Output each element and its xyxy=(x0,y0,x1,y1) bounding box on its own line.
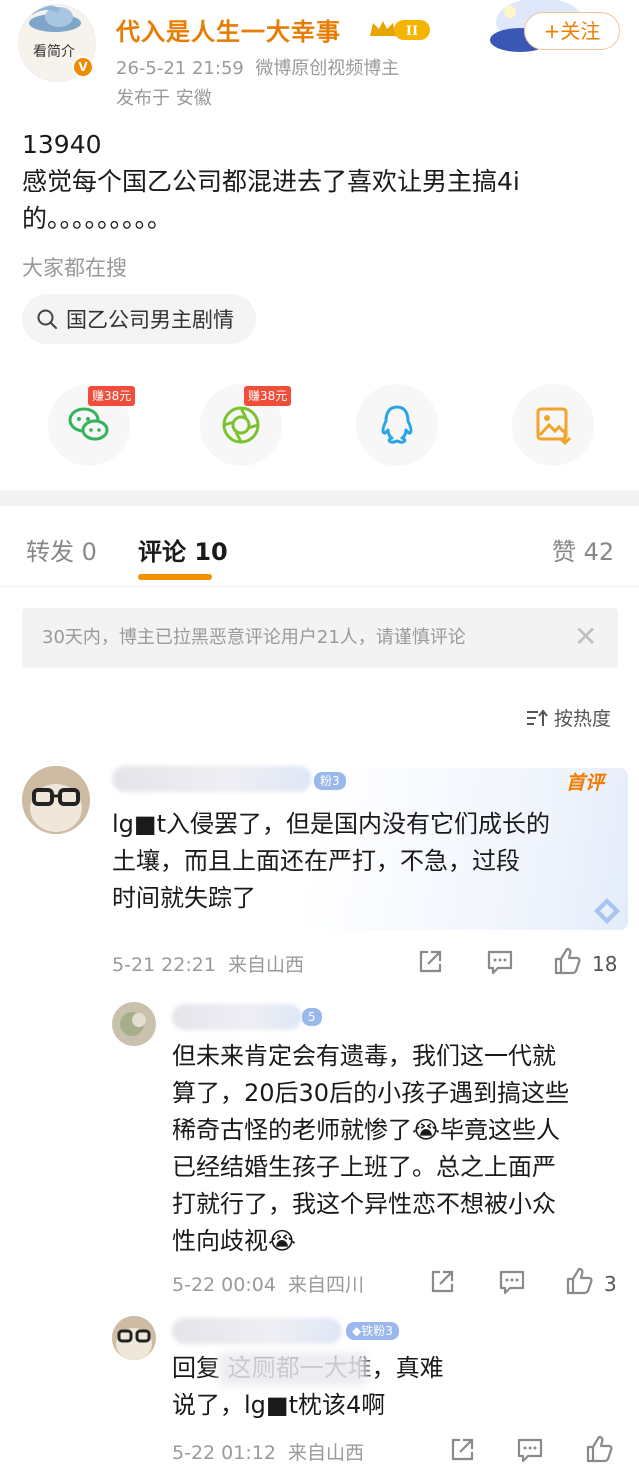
reply-avatar[interactable] xyxy=(112,1002,156,1046)
sort-button[interactable]: 按热度 xyxy=(526,704,611,731)
reply-line: 已经结婚生孩子上班了。总之上面严 xyxy=(172,1153,556,1181)
diamond-decoration-icon xyxy=(594,898,620,924)
like-count: 18 xyxy=(592,952,618,976)
fan-badge: 粉3 xyxy=(314,772,346,790)
tab-comments[interactable]: 评论 10 xyxy=(138,532,228,567)
reply-meta: 5-22 01:12 来自山西 xyxy=(172,1438,364,1465)
trending-search-label: 大家都在搜 xyxy=(22,256,127,280)
share-qq-button[interactable] xyxy=(356,384,438,466)
tabs-divider xyxy=(0,586,639,587)
commenter-avatar[interactable] xyxy=(22,766,90,834)
vip-level-text: II xyxy=(406,24,418,39)
moderation-notice: 30天内，博主已拉黑恶意评论用户21人，请谨慎评论 xyxy=(22,608,618,668)
trending-search-chip[interactable]: 国乙公司男主剧情 xyxy=(22,294,256,344)
verified-badge-icon: V xyxy=(72,56,94,78)
share-icon[interactable] xyxy=(428,1268,456,1296)
reply-avatar[interactable] xyxy=(112,1316,156,1360)
search-icon xyxy=(37,309,57,329)
glasses-avatar-illustration xyxy=(22,766,90,834)
reply-line: 算了，20后30后的小孩子遇到搞这些 xyxy=(172,1079,570,1107)
avatar-hat-illustration xyxy=(29,5,81,32)
vip-crown-badge: II xyxy=(370,20,430,40)
reply-line: 稀奇古怪的老师就惨了😭毕竟这些人 xyxy=(172,1116,561,1144)
reply-line: 但未来肯定会有遗毒，我们这一代就 xyxy=(172,1042,556,1070)
moments-icon xyxy=(222,406,260,444)
share-icon[interactable] xyxy=(416,948,444,976)
comment-meta: 5-21 22:21 来自山西 xyxy=(112,950,304,977)
wechat-icon xyxy=(68,407,109,441)
post-text-line: 的。。。。。。。。。 xyxy=(22,204,173,233)
comment-icon[interactable] xyxy=(516,1436,544,1464)
post-text-line: 13940 xyxy=(22,130,102,159)
post-time: 26-5-21 21:59 xyxy=(116,58,244,79)
reply-location: 来自四川 xyxy=(288,1274,365,1296)
follow-button[interactable]: +关注 xyxy=(524,12,620,50)
comment-line: 时间就失踪了 xyxy=(112,884,256,912)
redacted-mention xyxy=(218,1352,368,1386)
reply-line: 性向歧视😭 xyxy=(172,1227,297,1255)
iron-fan-badge: ◆铁粉3 xyxy=(346,1322,399,1340)
earn-badge: 赚38元 xyxy=(88,386,136,406)
author-role: 微博原创视频博主 xyxy=(255,58,400,79)
first-comment-badge: 首评 xyxy=(566,772,605,794)
comment-text: lg■t入侵罢了，但是国内没有它们成长的 土壤，而且上面还在严打，不急，过段 时… xyxy=(112,806,550,917)
tab-repost[interactable]: 转发 0 xyxy=(26,532,97,567)
earn-badge: 赚38元 xyxy=(244,386,292,406)
glasses-avatar-illustration xyxy=(112,1316,156,1360)
comment-icon[interactable] xyxy=(486,948,514,976)
comment-location: 来自山西 xyxy=(228,954,305,976)
reply-line: 打就行了，我这个异性恋不想被小众 xyxy=(172,1190,556,1218)
like-icon[interactable] xyxy=(552,946,582,976)
sort-label: 按热度 xyxy=(554,708,612,730)
close-icon[interactable]: ✕ xyxy=(574,620,597,653)
reply-time: 5-22 00:04 xyxy=(172,1274,276,1296)
comment-icon[interactable] xyxy=(498,1268,526,1296)
like-icon[interactable] xyxy=(564,1266,594,1296)
avatar-intro-label: 看简介 xyxy=(33,44,75,60)
comment-time: 5-21 22:21 xyxy=(112,954,216,976)
reply-line: 说了，lg■t枕该4啊 xyxy=(172,1391,386,1419)
comment-line: lg■t入侵罢了，但是国内没有它们成长的 xyxy=(112,810,550,838)
post-body: 13940 感觉每个国乙公司都混进去了喜欢让男主搞4i 的。。。。。。。。。 xyxy=(22,126,622,237)
qq-icon xyxy=(381,405,413,444)
like-count: 3 xyxy=(604,1272,617,1296)
reply-meta: 5-22 00:04 来自四川 xyxy=(172,1270,364,1297)
commenter-name-blurred[interactable] xyxy=(112,766,312,792)
tab-active-indicator xyxy=(138,574,212,580)
fan-badge: 5 xyxy=(302,1008,322,1026)
save-image-button[interactable] xyxy=(512,384,594,466)
reply-text: 但未来肯定会有遗毒，我们这一代就 算了，20后30后的小孩子遇到搞这些 稀奇古怪… xyxy=(172,1038,569,1260)
like-icon[interactable] xyxy=(584,1434,614,1464)
sort-icon xyxy=(527,709,548,726)
tab-likes[interactable]: 赞 42 xyxy=(552,532,614,567)
nature-avatar-illustration xyxy=(112,1002,156,1046)
save-image-icon xyxy=(536,407,572,446)
share-icon[interactable] xyxy=(448,1436,476,1464)
post-text-line: 感觉每个国乙公司都混进去了喜欢让男主搞4i xyxy=(22,167,520,196)
replier-name-blurred[interactable] xyxy=(172,1318,342,1344)
post-location: 发布于 安徽 xyxy=(116,88,212,109)
reply-location: 来自山西 xyxy=(288,1442,365,1464)
post-meta: 26-5-21 21:59 微博原创视频博主 xyxy=(116,54,399,80)
replier-name-blurred[interactable] xyxy=(172,1004,302,1030)
author-name[interactable]: 代入是人生一大幸事 xyxy=(116,12,341,47)
trending-search-text: 国乙公司男主剧情 xyxy=(66,308,234,332)
comment-line: 土壤，而且上面还在严打，不急，过段 xyxy=(112,847,520,875)
reply-time: 5-22 01:12 xyxy=(172,1442,276,1464)
section-divider xyxy=(0,490,639,506)
